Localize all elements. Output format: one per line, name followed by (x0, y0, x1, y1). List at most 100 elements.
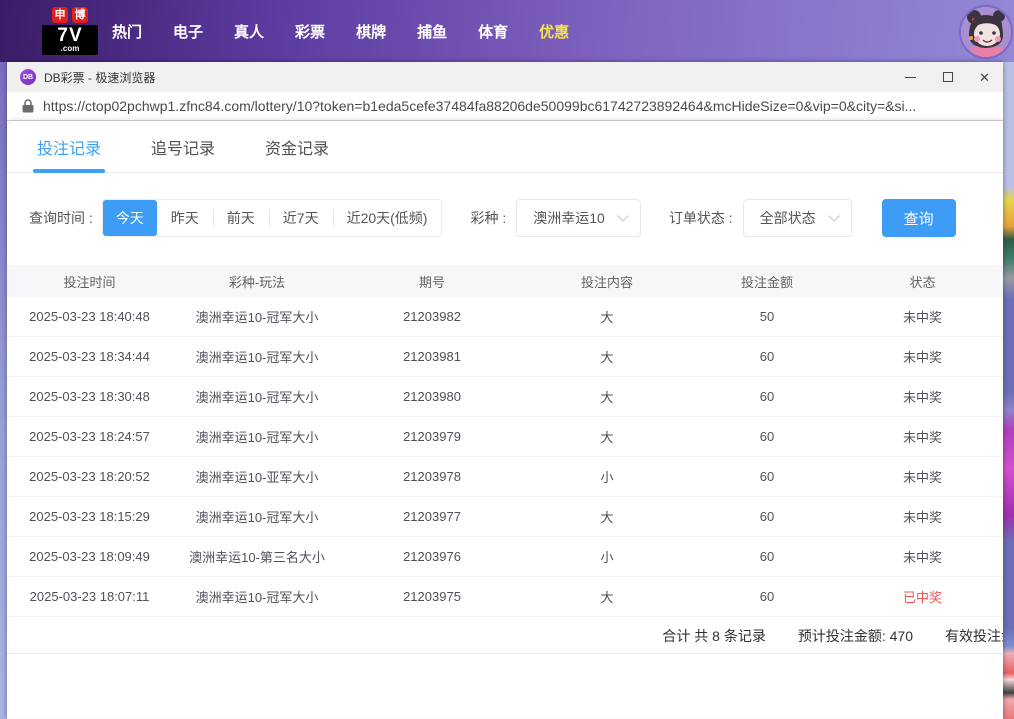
cell-amount: 60 (692, 509, 842, 524)
cell-status: 未中奖 (842, 347, 1003, 366)
table-row: 2025-03-23 18:09:49 澳洲幸运10-第三名大小 2120397… (7, 537, 1003, 577)
table-row: 2025-03-23 18:07:11 澳洲幸运10-冠军大小 21203975… (7, 577, 1003, 617)
site-menu-item[interactable]: 棋牌 (356, 21, 386, 42)
logo-badge-bo: 博 (72, 7, 88, 23)
cell-issue: 21203980 (342, 389, 522, 404)
lottery-select-value: 澳洲幸运10 (533, 208, 605, 228)
site-menu-item[interactable]: 体育 (478, 21, 508, 42)
cell-bet-time: 2025-03-23 18:40:48 (7, 309, 172, 324)
minimize-icon (905, 77, 916, 78)
header-amount: 投注金额 (692, 272, 842, 291)
address-bar[interactable]: https://ctop02pchwp1.zfnc84.com/lottery/… (7, 92, 1003, 121)
summary-bar: 合计 共 8 条记录 预计投注金额: 470 有效投注金额 (7, 617, 1003, 654)
window-title: DB彩票 - 极速浏览器 (44, 69, 892, 86)
cell-game-play: 澳洲幸运10-冠军大小 (172, 387, 342, 406)
cell-issue: 21203976 (342, 549, 522, 564)
cell-game-play: 澳洲幸运10-亚军大小 (172, 467, 342, 486)
site-menu-item[interactable]: 捕鱼 (417, 21, 447, 42)
browser-titlebar: DB DB彩票 - 极速浏览器 ✕ (7, 62, 1003, 92)
browser-window: DB DB彩票 - 极速浏览器 ✕ https://ctop02pchwp1.z… (7, 62, 1003, 719)
cell-content: 小 (522, 547, 692, 566)
order-status-select[interactable]: 全部状态 (743, 199, 852, 237)
cell-game-play: 澳洲幸运10-冠军大小 (172, 587, 342, 606)
summary-valid-amount: 有效投注金额 (945, 626, 1003, 646)
bet-records-table: 投注时间 彩种-玩法 期号 投注内容 投注金额 状态 2025-03-23 18… (7, 265, 1003, 654)
time-option[interactable]: 前天 (213, 200, 269, 236)
table-row: 2025-03-23 18:34:44 澳洲幸运10-冠军大小 21203981… (7, 337, 1003, 377)
site-logo[interactable]: 申 博 7V .com (42, 7, 98, 55)
cell-amount: 60 (692, 429, 842, 444)
cell-issue: 21203982 (342, 309, 522, 324)
header-status: 状态 (842, 272, 1003, 291)
screen: 申 博 7V .com 热门 电子 真人 彩票 棋牌 捕鱼 体育 (0, 0, 1014, 719)
tab[interactable]: 投注记录 (34, 121, 104, 173)
site-menu: 热门 电子 真人 彩票 棋牌 捕鱼 体育 优惠 (112, 0, 569, 62)
cell-issue: 21203979 (342, 429, 522, 444)
user-avatar[interactable] (959, 5, 1013, 59)
site-menu-item[interactable]: 优惠 (539, 21, 569, 42)
cell-amount: 60 (692, 469, 842, 484)
site-topbar: 申 博 7V .com 热门 电子 真人 彩票 棋牌 捕鱼 体育 (0, 0, 1014, 62)
table-row: 2025-03-23 18:30:48 澳洲幸运10-冠军大小 21203980… (7, 377, 1003, 417)
lock-icon (22, 99, 34, 113)
maximize-button[interactable] (929, 62, 966, 92)
cell-content: 大 (522, 307, 692, 326)
cell-bet-time: 2025-03-23 18:07:11 (7, 589, 172, 604)
header-game-play: 彩种-玩法 (172, 272, 342, 291)
site-menu-item[interactable]: 彩票 (295, 21, 325, 42)
tab[interactable]: 追号记录 (148, 121, 218, 173)
table-row: 2025-03-23 18:20:52 澳洲幸运10-亚军大小 21203978… (7, 457, 1003, 497)
search-button[interactable]: 查询 (882, 199, 956, 237)
cell-content: 大 (522, 507, 692, 526)
cell-amount: 60 (692, 349, 842, 364)
cell-bet-time: 2025-03-23 18:20:52 (7, 469, 172, 484)
cell-status: 未中奖 (842, 547, 1003, 566)
cell-game-play: 澳洲幸运10-第三名大小 (172, 547, 342, 566)
minimize-button[interactable] (892, 62, 929, 92)
record-tabs: 投注记录 追号记录 资金记录 (7, 121, 1003, 173)
summary-total-records: 合计 共 8 条记录 (662, 626, 765, 646)
filter-bar: 查询时间 : 今天 昨天 前天 近7天 近20天(低频) 彩种 : (29, 199, 1003, 237)
time-range-group: 今天 昨天 前天 近7天 近20天(低频) (102, 199, 443, 237)
header-content: 投注内容 (522, 272, 692, 291)
cell-issue: 21203981 (342, 349, 522, 364)
time-option[interactable]: 近7天 (269, 200, 333, 236)
cell-content: 大 (522, 347, 692, 366)
cell-status: 已中奖 (842, 587, 1003, 606)
page-edge-left (0, 62, 7, 719)
cell-game-play: 澳洲幸运10-冠军大小 (172, 307, 342, 326)
site-menu-item[interactable]: 热门 (112, 21, 142, 42)
time-option[interactable]: 昨天 (157, 200, 213, 236)
chevron-down-icon (828, 210, 839, 221)
site-menu-item[interactable]: 电子 (173, 21, 203, 42)
tab[interactable]: 资金记录 (262, 121, 332, 173)
cell-amount: 60 (692, 549, 842, 564)
header-issue: 期号 (342, 272, 522, 291)
cell-status: 未中奖 (842, 467, 1003, 486)
header-bet-time: 投注时间 (7, 272, 172, 291)
cell-issue: 21203975 (342, 589, 522, 604)
chevron-down-icon (617, 210, 628, 221)
cell-issue: 21203977 (342, 509, 522, 524)
lottery-select[interactable]: 澳洲幸运10 (516, 199, 641, 237)
cell-bet-time: 2025-03-23 18:34:44 (7, 349, 172, 364)
cell-bet-time: 2025-03-23 18:24:57 (7, 429, 172, 444)
cell-game-play: 澳洲幸运10-冠军大小 (172, 427, 342, 446)
site-menu-item[interactable]: 真人 (234, 21, 264, 42)
url-text: https://ctop02pchwp1.zfnc84.com/lottery/… (43, 98, 916, 114)
table-row: 2025-03-23 18:40:48 澳洲幸运10-冠军大小 21203982… (7, 297, 1003, 337)
avatar-illustration (961, 7, 1011, 57)
time-option[interactable]: 今天 (103, 200, 157, 236)
cell-content: 小 (522, 467, 692, 486)
cell-bet-time: 2025-03-23 18:30:48 (7, 389, 172, 404)
logo-badge-shen: 申 (52, 7, 68, 23)
time-option[interactable]: 近20天(低频) (333, 200, 442, 236)
window-controls: ✕ (892, 62, 1003, 92)
close-button[interactable]: ✕ (966, 62, 1003, 92)
maximize-icon (943, 72, 953, 82)
summary-expected-amount: 预计投注金额: 470 (798, 626, 913, 646)
table-row: 2025-03-23 18:24:57 澳洲幸运10-冠军大小 21203979… (7, 417, 1003, 457)
page-content: 投注记录 追号记录 资金记录 查询时间 : 今天 昨天 前天 (7, 121, 1003, 718)
time-filter-label: 查询时间 : (29, 208, 93, 228)
cell-issue: 21203978 (342, 469, 522, 484)
